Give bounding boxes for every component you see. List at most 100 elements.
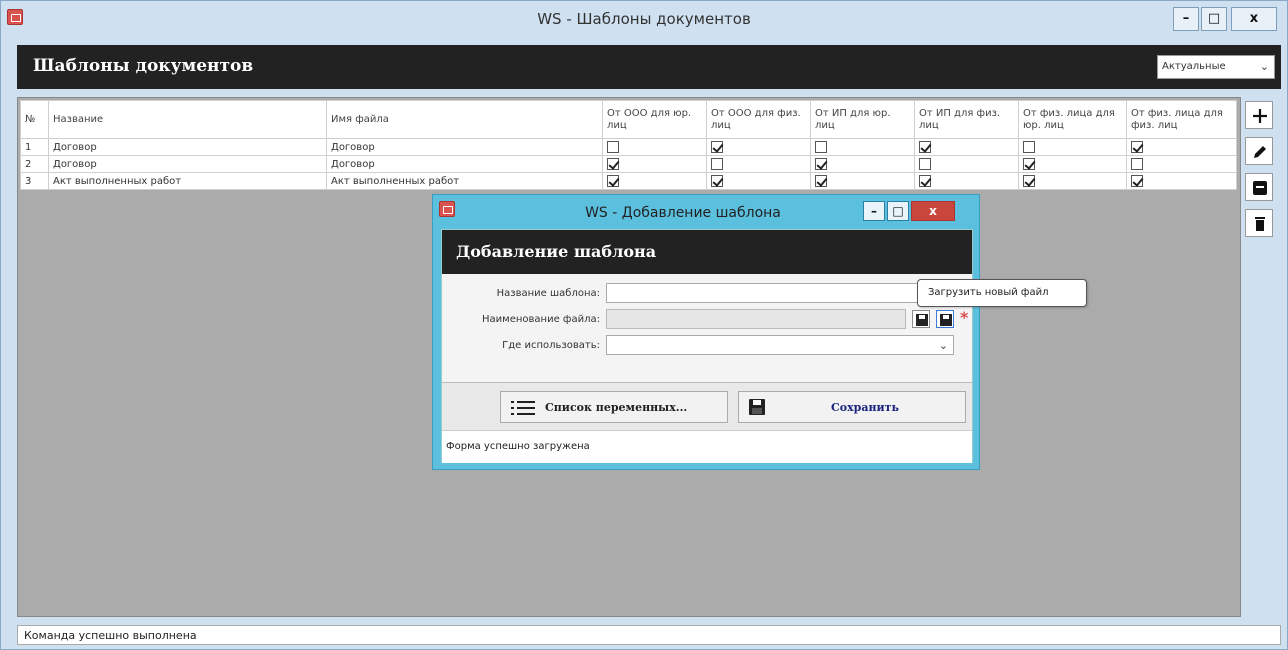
select-file-button[interactable] xyxy=(912,310,930,328)
dialog-app-icon xyxy=(439,201,455,217)
checkbox-cell xyxy=(914,172,1019,190)
archive-button[interactable] xyxy=(1245,173,1273,201)
save-icon xyxy=(749,399,765,415)
minimize-button[interactable]: – xyxy=(1173,7,1199,31)
template-name-cell: Договор xyxy=(48,155,327,173)
column-header[interactable]: От физ. лица для физ. лиц xyxy=(1126,100,1237,139)
checkbox-cell xyxy=(602,138,707,156)
column-header[interactable]: От ИП для юр. лиц xyxy=(810,100,915,139)
checkbox-unchecked[interactable] xyxy=(919,158,931,170)
column-header[interactable]: № xyxy=(20,100,49,139)
checkbox-unchecked[interactable] xyxy=(607,141,619,153)
row-number-cell: 1 xyxy=(20,138,49,156)
checkbox-checked[interactable] xyxy=(815,158,827,170)
upload-tooltip: Загрузить новый файл xyxy=(917,279,1087,307)
checkbox-cell xyxy=(1018,172,1127,190)
column-header[interactable]: Имя файла xyxy=(326,100,603,139)
table-row[interactable]: 3 Акт выполненных работ Акт выполненных ра… xyxy=(20,172,1237,190)
checkbox-cell xyxy=(1018,155,1127,173)
where-to-use-label: Где использовать: xyxy=(502,340,600,351)
dialog-minimize-button[interactable]: – xyxy=(863,201,885,221)
checkbox-checked[interactable] xyxy=(1023,175,1035,187)
table-row[interactable]: 1 Договор Договор xyxy=(20,138,1237,156)
filter-value: Актуальные xyxy=(1162,61,1226,72)
checkbox-cell xyxy=(1126,138,1237,156)
checkbox-cell xyxy=(914,138,1019,156)
template-form: Название шаблона: Наименование файла: * … xyxy=(442,274,972,382)
checkbox-cell xyxy=(706,172,811,190)
checkbox-checked[interactable] xyxy=(607,175,619,187)
status-bar: Команда успешно выполнена xyxy=(17,625,1281,645)
add-template-dialog: WS - Добавление шаблона – □ x Добавление… xyxy=(432,194,1087,470)
checkbox-checked[interactable] xyxy=(711,141,723,153)
dialog-close-button[interactable]: x xyxy=(911,201,955,221)
file-name-cell: Договор xyxy=(326,155,603,173)
checkbox-unchecked[interactable] xyxy=(1023,141,1035,153)
checkbox-cell xyxy=(1126,172,1237,190)
dialog-title-bar: WS - Добавление шаблона – □ x xyxy=(433,195,979,229)
save-button[interactable]: Сохранить xyxy=(738,391,966,423)
page-title: Шаблоны документов xyxy=(33,56,254,76)
template-name-cell: Акт выполненных работ xyxy=(48,172,327,190)
page-header: Шаблоны документов Актуальные ⌄ xyxy=(17,45,1281,89)
checkbox-checked[interactable] xyxy=(919,141,931,153)
checkbox-cell xyxy=(1018,138,1127,156)
column-header[interactable]: От ООО для физ. лиц xyxy=(706,100,811,139)
dialog-status-bar: Форма успешно загружена xyxy=(442,430,972,463)
where-to-use-select[interactable]: ⌄ xyxy=(606,335,954,355)
checkbox-cell xyxy=(602,155,707,173)
checkbox-cell xyxy=(810,138,915,156)
column-header[interactable]: Название xyxy=(48,100,327,139)
add-button[interactable] xyxy=(1245,101,1273,129)
maximize-button[interactable]: □ xyxy=(1201,7,1227,31)
checkbox-checked[interactable] xyxy=(1023,158,1035,170)
chevron-down-icon: ⌄ xyxy=(938,339,948,352)
checkbox-checked[interactable] xyxy=(607,158,619,170)
upload-icon xyxy=(940,314,952,326)
checkbox-cell xyxy=(602,172,707,190)
trash-icon xyxy=(1255,217,1265,231)
dialog-maximize-button[interactable]: □ xyxy=(887,201,909,221)
add-icon xyxy=(1253,109,1267,123)
template-name-input[interactable] xyxy=(606,283,954,303)
checkbox-unchecked[interactable] xyxy=(1131,158,1143,170)
dialog-title: Добавление шаблона xyxy=(456,242,657,261)
archive-icon xyxy=(1253,181,1267,195)
edit-button[interactable] xyxy=(1245,137,1273,165)
checkbox-cell xyxy=(706,138,811,156)
delete-button[interactable] xyxy=(1245,209,1273,237)
side-toolbar xyxy=(1245,101,1275,245)
status-filter-select[interactable]: Актуальные ⌄ xyxy=(1157,55,1275,79)
template-name-label: Название шаблона: xyxy=(496,288,600,299)
checkbox-unchecked[interactable] xyxy=(711,158,723,170)
column-header[interactable]: От ООО для юр. лиц xyxy=(602,100,707,139)
checkbox-unchecked[interactable] xyxy=(815,141,827,153)
list-icon xyxy=(511,401,535,415)
table-row[interactable]: 2 Договор Договор xyxy=(20,155,1237,173)
column-header[interactable]: От ИП для физ. лиц xyxy=(914,100,1019,139)
column-header[interactable]: От физ. лица для юр. лиц xyxy=(1018,100,1127,139)
save-icon xyxy=(916,314,928,326)
checkbox-checked[interactable] xyxy=(815,175,827,187)
checkbox-checked[interactable] xyxy=(919,175,931,187)
checkbox-cell xyxy=(1126,155,1237,173)
checkbox-checked[interactable] xyxy=(711,175,723,187)
variables-list-label: Список переменных... xyxy=(545,401,688,414)
window-title: WS - Шаблоны документов xyxy=(537,10,751,28)
dialog-body: Добавление шаблона Название шаблона: Наи… xyxy=(441,229,973,463)
checkbox-checked[interactable] xyxy=(1131,141,1143,153)
title-bar: WS - Шаблоны документов – □ x xyxy=(1,1,1287,37)
row-number-cell: 2 xyxy=(20,155,49,173)
file-name-cell: Акт выполненных работ xyxy=(326,172,603,190)
templates-table: № Название Имя файла От ООО для юр. лиц … xyxy=(20,100,1237,190)
save-label: Сохранить xyxy=(831,401,899,414)
checkbox-cell xyxy=(810,155,915,173)
file-name-label: Наименование файла: xyxy=(482,314,600,325)
table-header-row: № Название Имя файла От ООО для юр. лиц … xyxy=(20,100,1237,139)
checkbox-checked[interactable] xyxy=(1131,175,1143,187)
checkbox-cell xyxy=(810,172,915,190)
close-button[interactable]: x xyxy=(1231,7,1277,31)
file-name-cell: Договор xyxy=(326,138,603,156)
variables-list-button[interactable]: Список переменных... xyxy=(500,391,728,423)
upload-new-file-button[interactable] xyxy=(936,310,954,328)
